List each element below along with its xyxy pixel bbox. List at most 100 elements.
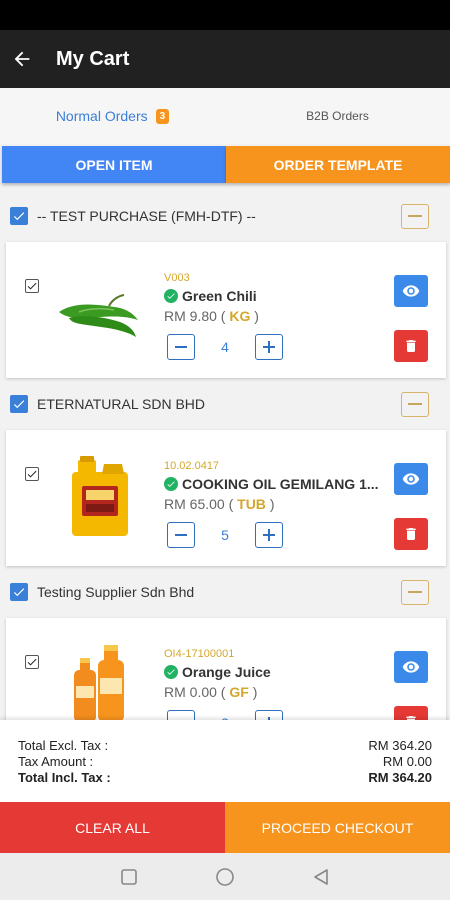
- home-button[interactable]: [177, 867, 273, 887]
- item-price-close: ): [269, 496, 275, 512]
- view-button[interactable]: [394, 275, 428, 307]
- increase-button[interactable]: [255, 710, 283, 720]
- item-code: V003: [164, 272, 190, 284]
- total-excl-tax-label: Total Excl. Tax :: [18, 738, 109, 753]
- totals-summary: Total Excl. Tax : RM 364.20 Tax Amount :…: [0, 720, 450, 802]
- item-name: COOKING OIL GEMILANG 1...: [164, 476, 379, 492]
- total-incl-tax-label: Total Incl. Tax :: [18, 770, 111, 785]
- minus-icon: [175, 534, 187, 536]
- count-badge: 3: [155, 108, 170, 124]
- supplier-name: Testing Supplier Sdn Bhd: [37, 584, 195, 600]
- cart-item-card: 10.02.0417 COOKING OIL GEMILANG 1... RM …: [6, 430, 446, 566]
- item-price: RM 65.00 ( TUB ): [164, 496, 274, 512]
- clear-all-button[interactable]: CLEAR ALL: [0, 802, 225, 853]
- item-checkbox[interactable]: [25, 655, 39, 669]
- decrease-button[interactable]: [167, 334, 195, 360]
- view-button[interactable]: [394, 651, 428, 683]
- check-circle-icon: [164, 477, 178, 491]
- item-price: RM 0.00 ( GF ): [164, 684, 257, 700]
- increase-button[interactable]: [255, 522, 283, 548]
- checkmark-icon: [27, 658, 37, 666]
- delete-button[interactable]: [394, 518, 428, 550]
- item-unit: GF: [229, 684, 249, 700]
- item-price-text: RM 0.00 (: [164, 684, 226, 700]
- tab-normal-orders[interactable]: Normal Orders 3: [0, 88, 225, 144]
- supplier-checkbox[interactable]: [10, 395, 28, 413]
- quantity-value: 5: [221, 527, 229, 543]
- arrow-left-icon: [14, 51, 30, 67]
- item-unit: KG: [229, 308, 251, 324]
- checkmark-icon: [13, 400, 25, 409]
- quantity-stepper: 2: [167, 710, 283, 720]
- item-name: Orange Juice: [164, 664, 271, 680]
- triangle-back-icon: [314, 868, 328, 885]
- delete-button[interactable]: [394, 706, 428, 720]
- checkmark-icon: [27, 282, 37, 290]
- page-title: My Cart: [56, 47, 130, 70]
- supplier-checkbox[interactable]: [10, 583, 28, 601]
- item-name-text: Green Chili: [182, 288, 257, 304]
- item-checkbox[interactable]: [25, 279, 39, 293]
- tax-amount-label: Tax Amount :: [18, 754, 94, 769]
- item-checkbox[interactable]: [25, 467, 39, 481]
- status-bar: [0, 0, 450, 30]
- order-template-button[interactable]: ORDER TEMPLATE: [226, 146, 450, 183]
- item-unit: TUB: [237, 496, 266, 512]
- eye-icon: [402, 661, 420, 673]
- tab-b2b-orders-label: B2B Orders: [306, 109, 369, 123]
- cooking-oil-image: [72, 456, 128, 536]
- item-price-close: ): [252, 684, 258, 700]
- tab-normal-orders-label: Normal Orders: [55, 108, 148, 124]
- eye-icon: [402, 473, 420, 485]
- supplier-group-header: -- TEST PURCHASE (FMH-DTF) --: [0, 190, 450, 242]
- tab-b2b-orders[interactable]: B2B Orders: [225, 88, 450, 144]
- item-price-close: ): [254, 308, 259, 324]
- view-button[interactable]: [394, 463, 428, 495]
- square-icon: [121, 868, 137, 885]
- trash-icon: [406, 340, 416, 352]
- checkmark-icon: [27, 470, 37, 478]
- item-price: RM 9.80 ( KG ): [164, 308, 259, 324]
- quantity-stepper: 5: [167, 522, 283, 548]
- check-circle-icon: [164, 289, 178, 303]
- minus-icon: [408, 591, 422, 593]
- plus-icon: [263, 529, 275, 541]
- cart-list: -- TEST PURCHASE (FMH-DTF) -- V003 Green…: [0, 190, 450, 720]
- item-price-text: RM 9.80 (: [164, 308, 226, 324]
- orange-juice-image: [74, 645, 124, 720]
- green-chili-image: [59, 294, 138, 337]
- plus-icon: [263, 341, 275, 353]
- supplier-group-header: ETERNATURAL SDN BHD: [0, 378, 450, 430]
- quantity-stepper: 4: [167, 334, 283, 360]
- trash-icon: [406, 528, 416, 540]
- back-nav-button[interactable]: [273, 868, 369, 886]
- delete-button[interactable]: [394, 330, 428, 362]
- total-incl-tax-value: RM 364.20: [368, 770, 432, 785]
- system-nav-bar: [0, 853, 450, 900]
- minus-icon: [408, 403, 422, 405]
- tax-amount-value: RM 0.00: [382, 754, 432, 769]
- total-excl-tax-row: Total Excl. Tax : RM 364.20: [18, 738, 432, 754]
- minus-icon: [175, 346, 187, 348]
- eye-icon: [402, 285, 420, 297]
- open-item-button[interactable]: OPEN ITEM: [2, 146, 226, 183]
- proceed-checkout-button[interactable]: PROCEED CHECKOUT: [225, 802, 450, 853]
- decrease-button[interactable]: [167, 522, 195, 548]
- item-code: OI4-17100001: [164, 648, 235, 660]
- checkmark-icon: [13, 212, 25, 221]
- total-incl-tax-row: Total Incl. Tax : RM 364.20: [18, 770, 432, 786]
- quantity-value: 4: [221, 339, 229, 355]
- item-name-text: Orange Juice: [182, 664, 271, 680]
- decrease-button[interactable]: [167, 710, 195, 720]
- circle-icon: [216, 867, 234, 886]
- item-name-text: COOKING OIL GEMILANG 1...: [182, 476, 379, 492]
- back-button[interactable]: [0, 30, 44, 88]
- item-code: 10.02.0417: [164, 460, 220, 472]
- supplier-checkbox[interactable]: [10, 207, 28, 225]
- app-bar: My Cart: [0, 30, 450, 88]
- collapse-button[interactable]: [401, 579, 429, 605]
- collapse-button[interactable]: [401, 203, 429, 229]
- recents-button[interactable]: [81, 868, 177, 886]
- increase-button[interactable]: [255, 334, 283, 360]
- collapse-button[interactable]: [401, 391, 429, 417]
